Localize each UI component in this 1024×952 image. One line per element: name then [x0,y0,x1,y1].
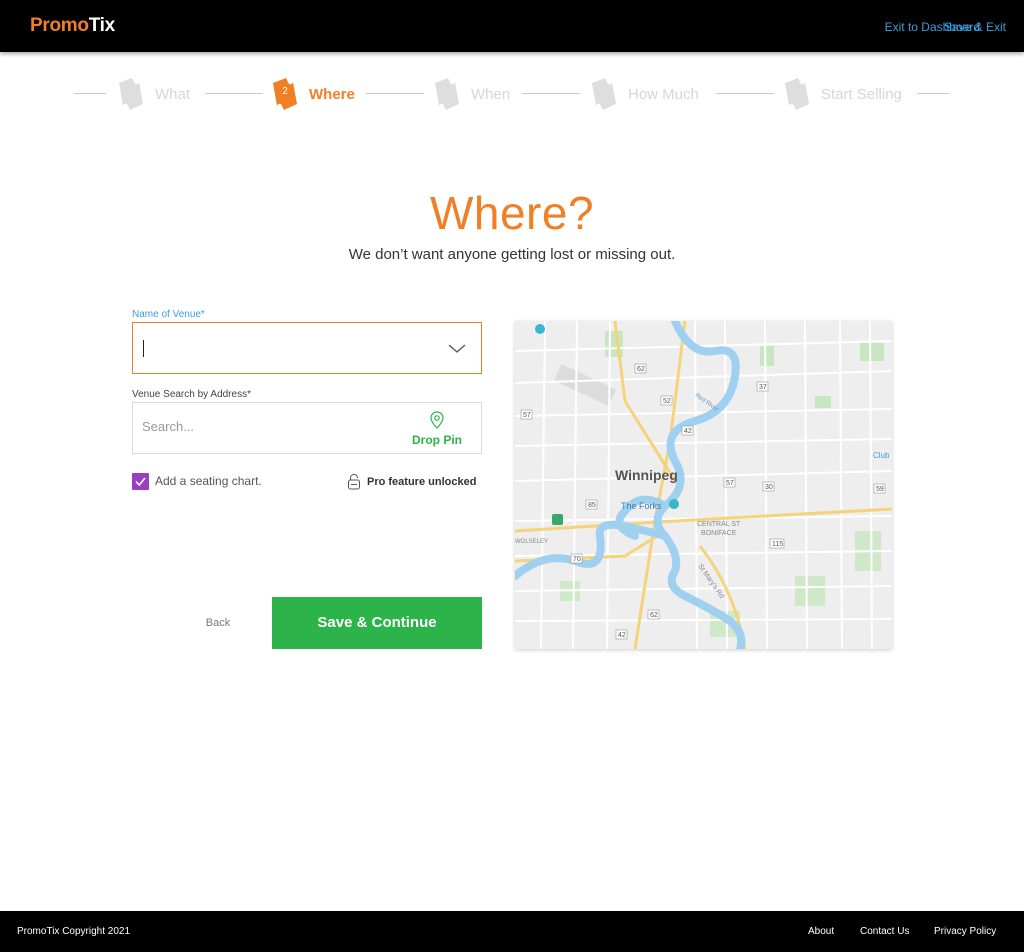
svg-text:59: 59 [876,486,884,493]
ticket-icon [783,78,811,110]
ticket-icon [433,78,461,110]
step-when[interactable]: When [433,78,510,110]
seating-chart-label[interactable]: Add a seating chart. [155,474,262,488]
page-title: Where? [429,187,595,239]
seating-chart-checkbox[interactable] [132,473,149,490]
drop-pin-label: Drop Pin [412,433,462,447]
svg-text:42: 42 [684,428,692,435]
pro-feature-badge: Pro feature unlocked [347,473,476,490]
svg-text:52: 52 [663,398,671,405]
svg-text:42: 42 [618,632,626,639]
park-area [815,396,831,408]
poi-club: Club [873,451,890,460]
unlock-icon [348,473,360,490]
area-label: BONIFACE [701,530,737,537]
ticket-icon [117,78,145,110]
pro-feature-label: Pro feature unlocked [367,475,477,488]
poi-marker-icon[interactable] [669,499,679,509]
stepper-connector [205,93,263,94]
park-area [760,346,774,366]
svg-text:62: 62 [637,366,645,373]
step-label: Start Selling [821,85,902,103]
svg-text:115: 115 [772,541,783,548]
page-subtitle: We don’t want anyone getting lost or mis… [348,246,676,263]
map-canvas[interactable]: 62 37 52 57 42 30 59 57 85 115 70 62 42 … [515,321,892,649]
promotix-logo[interactable]: PromoTix [30,15,115,37]
step-how-much[interactable]: How Much [590,78,699,110]
top-navigation-bar: PromoTix Exit to Dashboard Save & Exit [0,0,1024,52]
svg-text:70: 70 [573,556,581,563]
back-button[interactable]: Back [190,608,246,638]
save-and-continue-button[interactable]: Save & Continue [272,597,482,649]
city-label: Winnipeg [615,467,678,483]
svg-text:57: 57 [523,412,531,419]
logo-promo-text: Promo [30,15,89,36]
poi-the-forks: The Forks [621,501,662,511]
park-area [860,343,884,361]
stepper-connector [917,93,949,94]
checkmark-icon [135,477,146,487]
footer-link-contact[interactable]: Contact Us [860,926,909,937]
chevron-down-icon[interactable] [447,341,467,355]
step-label: How Much [628,85,699,103]
save-and-exit-link[interactable]: Save & Exit [944,20,1006,34]
svg-text:62: 62 [650,612,658,619]
venue-map[interactable]: 62 37 52 57 42 30 59 57 85 115 70 62 42 … [515,321,892,649]
venue-address-field[interactable]: Drop Pin [132,402,482,454]
step-number: 2 [282,86,288,97]
venue-name-label: Name of Venue* [132,309,205,320]
venue-name-select[interactable] [132,322,482,374]
map-pin-icon [430,411,444,429]
stepper-connector [522,93,580,94]
logo-tix-text: Tix [88,15,116,36]
step-label: What [155,85,191,103]
stepper-connector [74,93,106,94]
step-label: Where [309,85,355,103]
venue-address-label: Venue Search by Address* [132,389,251,400]
step-label: When [471,85,511,103]
drop-pin-button[interactable]: Drop Pin [409,411,465,447]
park-area [795,576,825,606]
ticket-icon [590,78,618,110]
svg-text:30: 30 [765,484,773,491]
site-footer: PromoTix Copyright 2021 About Contact Us… [0,911,1024,952]
text-cursor [143,340,144,357]
stepper-connector [366,93,424,94]
step-what[interactable]: What [117,78,190,110]
copyright-text: PromoTix Copyright 2021 [17,926,131,937]
poi-marker-icon[interactable] [535,324,545,334]
address-search-input[interactable] [142,419,382,434]
park-marker-icon[interactable] [552,514,563,525]
area-label: WOLSELEY [515,539,548,545]
svg-text:57: 57 [726,480,734,487]
area-label: CENTRAL ST [697,521,741,528]
stepper-connector [716,93,774,94]
svg-text:37: 37 [759,384,767,391]
progress-stepper: What 2 Where When How Much Start Selling [0,74,1024,114]
footer-link-about[interactable]: About [808,926,834,937]
step-start-selling[interactable]: Start Selling [783,78,902,110]
step-where[interactable]: 2 Where [271,78,355,110]
ticket-icon: 2 [271,78,299,110]
footer-link-privacy[interactable]: Privacy Policy [934,926,996,937]
svg-text:85: 85 [588,502,596,509]
